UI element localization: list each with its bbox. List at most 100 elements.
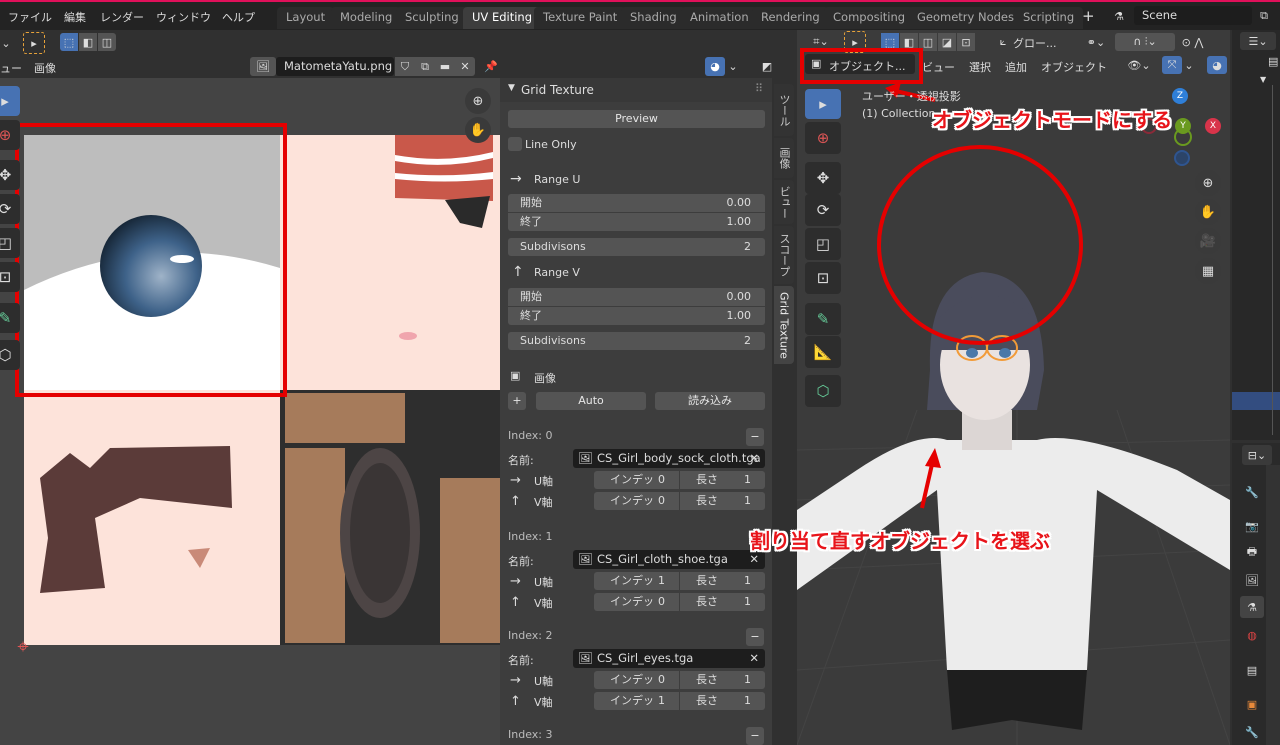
remove-entry-button[interactable]: − [746, 628, 764, 646]
expand-triangle-icon[interactable]: ▼ [1260, 75, 1266, 84]
v-length-field[interactable]: 長さ 1 [680, 692, 765, 710]
select-extend-icon[interactable]: ◧ [79, 33, 97, 51]
image-name-field[interactable]: MatometaYatu.png [276, 57, 394, 76]
gizmo-neg-z[interactable] [1174, 150, 1190, 166]
tab-geometry-nodes[interactable]: Geometry Nodes [908, 7, 1024, 29]
measure-tool[interactable]: 📐 [805, 336, 841, 368]
remove-entry-button[interactable]: − [746, 727, 764, 745]
transform-orientation-select[interactable]: グロー... [1013, 35, 1057, 51]
scale-tool[interactable]: ◰ [0, 228, 20, 258]
annotate-tool[interactable]: ✎ [805, 303, 841, 335]
modifier-properties-icon[interactable]: 🔧 [1240, 721, 1264, 743]
u-index-field[interactable]: インデッ 0 [594, 671, 679, 689]
gizmo-x-axis[interactable]: X [1205, 118, 1221, 134]
object-properties-icon[interactable]: ▣ [1240, 693, 1264, 715]
v-length-field[interactable]: 長さ 1 [680, 492, 765, 510]
range-v-end-field[interactable]: 終了 1.00 [508, 307, 765, 325]
range-u-end-field[interactable]: 終了 1.00 [508, 213, 765, 231]
select-new-icon[interactable]: ⬚ [60, 33, 78, 51]
preview-button[interactable]: Preview [508, 110, 765, 128]
image-browse-icon[interactable]: 🖼 [250, 57, 276, 76]
gizmo-z-axis[interactable]: Z [1172, 88, 1188, 104]
outliner-display-icon[interactable]: ☰⌄ [1240, 32, 1276, 50]
tab-layout[interactable]: Layout [277, 7, 335, 29]
zoom-icon[interactable]: ⊕ [1195, 170, 1221, 196]
select-tool-icon[interactable]: ▸ [23, 32, 45, 54]
tab-scripting[interactable]: Scripting [1014, 7, 1084, 29]
close-icon[interactable]: ✕ [749, 449, 759, 468]
properties-editor[interactable]: ⊟⌄ 🔧 📷 🖶 🖼 ⚗ ◍ ▤ ▣ 🔧 [1232, 443, 1280, 745]
drag-grip-icon[interactable]: ⠿ [755, 82, 763, 95]
add-cube-tool[interactable]: ⬡ [805, 375, 841, 407]
render-properties-icon[interactable]: 📷 [1240, 515, 1264, 537]
cube-tool[interactable]: ⬡ [0, 340, 20, 370]
zoom-icon[interactable]: ⊕ [465, 88, 491, 114]
open-folder-icon[interactable]: ▬ [435, 57, 455, 76]
menu-view[interactable]: ビュー [922, 59, 955, 75]
tab-image[interactable]: 画像 [774, 138, 794, 178]
menu-view[interactable]: ュー [0, 60, 22, 76]
tool-properties-icon[interactable]: 🔧 [1240, 481, 1264, 503]
range-u-start-field[interactable]: 開始 0.00 [508, 194, 765, 212]
v-length-field[interactable]: 長さ 1 [680, 593, 765, 611]
menu-help[interactable]: ヘルプ [222, 9, 255, 25]
menu-add[interactable]: 追加 [1005, 59, 1027, 75]
overlay-icon[interactable]: ◕ [705, 57, 725, 76]
menu-window[interactable]: ウィンドウ [156, 9, 211, 25]
texture-file-field[interactable]: 🖼 CS_Girl_body_sock_cloth.tga ✕ [573, 449, 765, 468]
texture-file-field[interactable]: 🖼 CS_Girl_cloth_shoe.tga ✕ [573, 550, 765, 569]
menu-image[interactable]: 画像 [34, 60, 56, 76]
auto-button[interactable]: Auto [536, 392, 646, 410]
v-index-field[interactable]: インデッ 0 [594, 492, 679, 510]
load-button[interactable]: 読み込み [655, 392, 765, 410]
collapse-triangle-icon[interactable]: ▼ [508, 83, 515, 93]
texture-file-field[interactable]: 🖼 CS_Girl_eyes.tga ✕ [573, 649, 765, 668]
line-only-checkbox[interactable] [508, 137, 522, 151]
tab-view[interactable]: ビュー [774, 180, 794, 224]
output-properties-icon[interactable]: 🖶 [1240, 541, 1264, 563]
scene-icon[interactable]: ⚗ [1104, 6, 1134, 26]
panel-header[interactable]: ▼ Grid Texture ⠿ [500, 78, 772, 102]
camera-icon[interactable]: 🎥 [1195, 228, 1221, 254]
menu-render[interactable]: レンダー [100, 9, 144, 25]
perspective-grid-icon[interactable]: ▦ [1195, 258, 1221, 284]
scale-tool[interactable]: ◰ [805, 228, 841, 260]
cursor-tool[interactable]: ⊕ [0, 120, 20, 150]
proportional-edit-icon[interactable]: ⊙ ⋀ [1170, 33, 1215, 51]
gizmo-neg-y[interactable] [1174, 128, 1192, 146]
select-box-tool[interactable]: ▸ [0, 86, 20, 116]
select-box-tool[interactable]: ▸ [805, 89, 841, 119]
outliner[interactable]: ☰⌄ ▤ ▼ [1232, 30, 1280, 440]
menu-object[interactable]: オブジェクト [1041, 59, 1107, 75]
tab-animation[interactable]: Animation [681, 7, 758, 29]
select-subtract-icon[interactable]: ◫ [98, 33, 116, 51]
visibility-icon[interactable]: 👁⌄ [1125, 56, 1153, 74]
pin-icon[interactable]: 📌 [481, 57, 501, 76]
range-v-subdivisions-field[interactable]: Subdivisons 2 [508, 332, 765, 350]
scene-properties-icon[interactable]: ⚗ [1240, 596, 1264, 618]
tab-compositing[interactable]: Compositing [824, 7, 915, 29]
select-intersect-icon[interactable]: ⊡ [957, 33, 975, 51]
new-scene-icon[interactable]: ⧉ [1254, 6, 1274, 26]
transform-tool[interactable]: ⊡ [0, 262, 20, 292]
duplicate-icon[interactable]: ⧉ [415, 57, 435, 76]
v-index-field[interactable]: インデッ 1 [594, 692, 679, 710]
menu-file[interactable]: ファイル [8, 9, 52, 25]
u-length-field[interactable]: 長さ 1 [680, 572, 765, 590]
3d-viewport[interactable]: ⌗⌄ ▸ ⬚ ◧ ◫ ◪ ⊡ ⟀ グロー... ⚭⌄ ∩ ⫶⌄ ⊙ ⋀ ▣ オブ… [797, 30, 1230, 745]
uv-canvas[interactable]: ⊕ ✋ ▸ ⊕ ✥ ⟳ ◰ ⊡ ✎ ⬡ ⌖ [0, 78, 500, 745]
overlay-icon[interactable]: ◕ [1207, 56, 1227, 74]
rotate-tool[interactable]: ⟳ [805, 194, 841, 226]
properties-editor-type-icon[interactable]: ⊟⌄ [1242, 445, 1272, 465]
menu-edit[interactable]: 編集 [64, 9, 86, 25]
tab-rendering[interactable]: Rendering [752, 7, 829, 29]
chevron-down-icon[interactable]: ⌄ [726, 57, 740, 76]
chevron-down-icon[interactable]: ⌄ [1183, 56, 1195, 74]
tab-shading[interactable]: Shading [621, 7, 686, 29]
annotate-tool[interactable]: ✎ [0, 303, 20, 333]
tab-tool[interactable]: ツール [774, 84, 794, 136]
tab-scopes[interactable]: スコープ [774, 226, 794, 284]
tab-texture-paint[interactable]: Texture Paint [534, 7, 627, 29]
tab-sculpting[interactable]: Sculpting [396, 7, 468, 29]
pan-hand-icon[interactable]: ✋ [1195, 199, 1221, 225]
